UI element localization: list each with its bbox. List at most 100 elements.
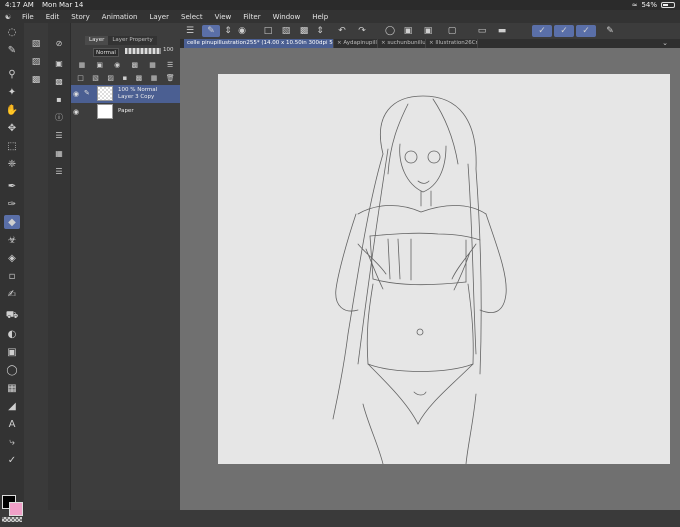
- ruler-layer-icon[interactable]: ☰: [167, 61, 173, 69]
- canvas-area[interactable]: [180, 48, 680, 510]
- hand-icon[interactable]: ✋: [4, 103, 20, 117]
- doc-tab[interactable]: × Aydapinupillust: [334, 39, 378, 48]
- text-icon[interactable]: A: [4, 417, 20, 431]
- lock-alpha-icon[interactable]: ▩: [131, 61, 138, 69]
- undo-icon[interactable]: ↶: [336, 25, 348, 37]
- stabilizer-2-icon[interactable]: ✓: [554, 25, 574, 37]
- fill-layer-icon[interactable]: ▬: [496, 25, 508, 37]
- chevron-down-icon[interactable]: ⌄: [662, 39, 668, 48]
- select-icon[interactable]: ⬚: [4, 139, 20, 153]
- blend-mode-select[interactable]: Normal: [93, 48, 119, 57]
- gradient-icon[interactable]: ▣: [4, 345, 20, 359]
- doc-tab[interactable]: × Illustration26Cn: [426, 39, 478, 48]
- settings-icon[interactable]: ✎: [604, 25, 616, 37]
- info-icon[interactable]: ⓘ: [52, 111, 66, 123]
- airbrush-icon[interactable]: ☣: [4, 233, 20, 247]
- transform-icon[interactable]: ▢: [446, 25, 458, 37]
- doc-tab[interactable]: celle pinupillustration255* (14.00 x 10.…: [184, 39, 334, 48]
- fill-alt-icon[interactable]: ◐: [4, 327, 20, 341]
- new-vector-icon[interactable]: ▧: [92, 74, 99, 82]
- drawing-canvas[interactable]: [218, 74, 670, 465]
- magnifier-tool-icon[interactable]: ◌: [4, 25, 20, 39]
- open-icon[interactable]: ▧: [280, 25, 292, 37]
- menu-file[interactable]: File: [16, 13, 40, 21]
- move-icon[interactable]: ✥: [4, 121, 20, 135]
- merge-icon[interactable]: ▩: [136, 74, 143, 82]
- balloon-icon[interactable]: ⤷: [4, 435, 20, 449]
- tool-pen-icon[interactable]: ✎: [202, 25, 220, 37]
- stabilizer-1-icon[interactable]: ✓: [532, 25, 552, 37]
- transfer-icon[interactable]: ▪: [122, 74, 127, 82]
- sub-tool-1-icon[interactable]: ▧: [29, 37, 43, 51]
- tab-layer[interactable]: Layer: [85, 36, 109, 45]
- tab-layer-property[interactable]: Layer Property: [108, 36, 157, 45]
- sub-tool-3-icon[interactable]: ▩: [29, 73, 43, 87]
- eyedropper-icon[interactable]: ✒: [4, 179, 20, 193]
- menu-edit[interactable]: Edit: [40, 13, 66, 21]
- materials-icon[interactable]: ▦: [52, 147, 66, 159]
- menu-window[interactable]: Window: [267, 13, 307, 21]
- sparkle-icon[interactable]: ✦: [4, 85, 20, 99]
- view-icon[interactable]: ◉: [236, 25, 248, 37]
- save-updown-icon[interactable]: ⇕: [314, 25, 326, 37]
- zoom-icon[interactable]: ⚲: [4, 67, 20, 81]
- app-logo-icon[interactable]: ☯: [0, 13, 16, 21]
- stabilizer-3-icon[interactable]: ✓: [576, 25, 596, 37]
- duplicate-icon[interactable]: ▦: [151, 74, 158, 82]
- history-icon[interactable]: ☰: [52, 129, 66, 141]
- menu-select[interactable]: Select: [175, 13, 209, 21]
- layer-row[interactable]: ◉ ✎ 100 % Normal Layer 3 Copy: [71, 85, 181, 103]
- nav-icon[interactable]: ⊘: [52, 37, 66, 49]
- new-layer-icon[interactable]: □: [77, 74, 84, 82]
- sub-color-swatch[interactable]: [9, 502, 23, 516]
- sub-tool-palette: ▧ ▨ ▩: [24, 23, 48, 510]
- deselect-icon[interactable]: ◯: [384, 25, 396, 37]
- clip-icon[interactable]: ▦: [79, 61, 86, 69]
- layer-row[interactable]: ◉ Paper: [71, 103, 181, 121]
- lasso-icon[interactable]: ❈: [4, 157, 20, 171]
- menu-layer[interactable]: Layer: [143, 13, 175, 21]
- tone-icon[interactable]: ▪: [52, 93, 66, 105]
- command-bar: ☰ ✎ ⇕ ◉ □ ▧ ▩ ⇕ ↶ ↷ ◯ ▣ ▣ ▢ ▭ ▬ ✓ ✓ ✓ ✎: [180, 23, 680, 40]
- new-folder-icon[interactable]: ▨: [107, 74, 114, 82]
- chevron-updown-icon[interactable]: ⇕: [222, 25, 234, 37]
- delete-icon[interactable]: 🗑: [166, 74, 175, 82]
- redo-icon[interactable]: ↷: [356, 25, 368, 37]
- list-icon[interactable]: ☰: [52, 165, 66, 177]
- invert-select-icon[interactable]: ▣: [402, 25, 414, 37]
- opacity-slider[interactable]: [125, 48, 161, 54]
- ruler-icon[interactable]: ◢: [4, 399, 20, 413]
- transparent-color-swatch[interactable]: [2, 517, 22, 522]
- layers-icon[interactable]: ▩: [52, 75, 66, 87]
- menu-filter[interactable]: Filter: [237, 13, 266, 21]
- frame-icon[interactable]: ▦: [4, 381, 20, 395]
- menu-view[interactable]: View: [209, 13, 238, 21]
- visibility-eye-icon[interactable]: ◉: [73, 108, 79, 116]
- fill-icon[interactable]: ⛟: [4, 309, 20, 323]
- menu-story[interactable]: Story: [65, 13, 96, 21]
- lock-icon[interactable]: ◉: [114, 61, 120, 69]
- save-icon[interactable]: ▩: [298, 25, 310, 37]
- reference-icon[interactable]: ▣: [96, 61, 103, 69]
- blend-icon[interactable]: ✍: [4, 287, 20, 301]
- mask-icon[interactable]: ▦: [149, 61, 156, 69]
- pen-tool-icon[interactable]: ✎: [4, 43, 20, 57]
- gpen-icon[interactable]: ✑: [4, 197, 20, 211]
- color-swatches[interactable]: [0, 493, 24, 527]
- decoration-icon[interactable]: ◈: [4, 251, 20, 265]
- property-palette: ⊘ ▣ ▩ ▪ ⓘ ☰ ▦ ☰: [48, 23, 70, 510]
- visibility-eye-icon[interactable]: ◉: [73, 90, 79, 98]
- clear-icon[interactable]: ▭: [476, 25, 488, 37]
- figure-icon[interactable]: ◯: [4, 363, 20, 377]
- camera-icon[interactable]: ▣: [52, 57, 66, 69]
- menu-icon[interactable]: ☰: [184, 25, 196, 37]
- doc-tab[interactable]: × suchunbunillust: [378, 39, 426, 48]
- brush-icon[interactable]: ◆: [4, 215, 20, 229]
- correction-icon[interactable]: ✓: [4, 453, 20, 467]
- crop-icon[interactable]: ▣: [422, 25, 434, 37]
- sub-tool-2-icon[interactable]: ▨: [29, 55, 43, 69]
- new-file-icon[interactable]: □: [262, 25, 274, 37]
- menu-animation[interactable]: Animation: [96, 13, 144, 21]
- eraser-icon[interactable]: ▫: [4, 269, 20, 283]
- menu-help[interactable]: Help: [306, 13, 334, 21]
